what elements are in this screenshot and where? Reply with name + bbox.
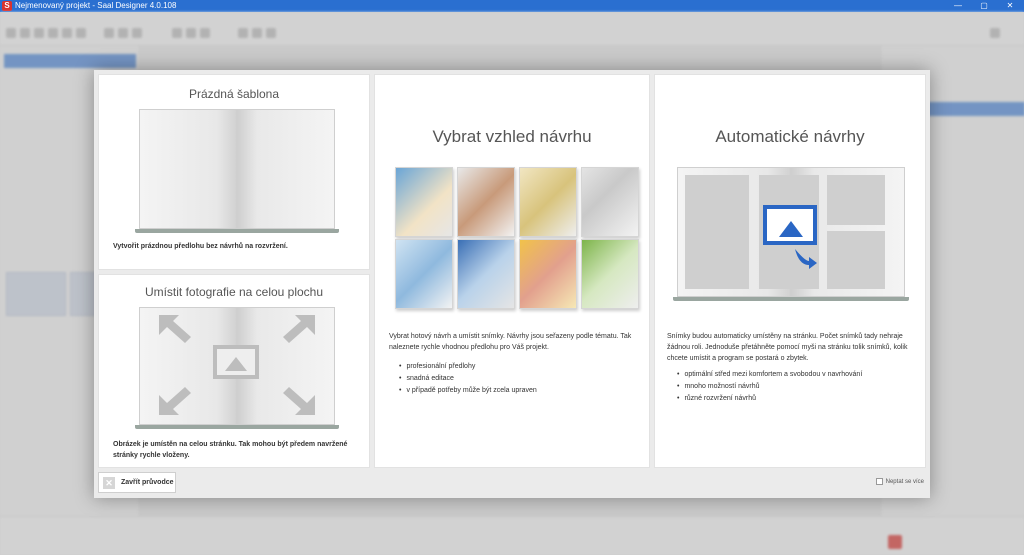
open-book-illustration [135, 307, 339, 429]
dont-ask-again-checkbox[interactable]: Neptat se více [875, 478, 924, 486]
image-icon [213, 345, 259, 379]
fullpage-photos-description: Obrázek je umístěn na celou stránku. Tak… [113, 441, 348, 459]
arrow-icon [795, 249, 817, 269]
automatic-designs-card[interactable]: Automatické návrhy Snímky budou automati… [654, 74, 926, 468]
choose-design-card[interactable]: Vybrat vzhled návrhu Vybrat hotový návrh… [374, 74, 650, 468]
close-window-button[interactable]: ✕ [998, 0, 1022, 12]
fullpage-photos-card[interactable]: Umístit fotografie na celou plochu Obráz… [98, 274, 370, 468]
list-item: snadná editace [399, 373, 639, 385]
choose-design-features: profesionální předlohy snadná editace v … [399, 361, 639, 397]
choose-design-title: Vybrat vzhled návrhu [432, 127, 592, 146]
window-title: Nejmenovaný projekt - Saal Designer 4.0.… [15, 1, 177, 10]
list-item: profesionální předlohy [399, 361, 639, 373]
fullpage-photos-title: Umístit fotografie na celou plochu [144, 285, 324, 299]
automatic-designs-title: Automatické návrhy [715, 127, 865, 146]
maximize-button[interactable]: ▢ [972, 0, 996, 12]
empty-template-description: Vytvořit prázdnou předlohu bez návrhů na… [113, 243, 288, 250]
automatic-designs-features: optimální střed mezi komfortem a svobodo… [677, 369, 917, 405]
list-item: optimální střed mezi komfortem a svobodo… [677, 369, 917, 381]
checkbox-icon[interactable] [875, 478, 883, 485]
empty-template-title: Prázdná šablona [188, 87, 280, 101]
close-wizard-button[interactable]: ✕ Zavřít průvodce [98, 472, 176, 493]
list-item: v případě potřeby může být zcela upraven [399, 385, 639, 397]
list-item: mnoho možností návrhů [677, 381, 917, 393]
image-icon [763, 205, 817, 245]
close-icon: ✕ [103, 477, 115, 489]
design-thumbnails [383, 167, 645, 309]
layout-wizard-dialog: Prázdná šablona Vytvořit prázdnou předlo… [94, 70, 930, 498]
minimize-button[interactable]: — [946, 0, 970, 12]
choose-design-description: Vybrat hotový návrh a umístit snímky. Ná… [389, 333, 632, 351]
title-bar: S Nejmenovaný projekt - Saal Designer 4.… [0, 0, 1024, 12]
empty-template-card[interactable]: Prázdná šablona Vytvořit prázdnou předlo… [98, 74, 370, 270]
app-logo-icon: S [2, 1, 12, 11]
open-book-illustration [135, 109, 339, 233]
automatic-designs-description: Snímky budou automaticky umístěny na str… [667, 333, 908, 362]
auto-layout-illustration [673, 167, 909, 301]
dont-ask-label: Neptat se více [885, 479, 924, 486]
list-item: různé rozvržení návrhů [677, 393, 917, 405]
close-wizard-label: Zavřít průvodce [121, 479, 174, 486]
